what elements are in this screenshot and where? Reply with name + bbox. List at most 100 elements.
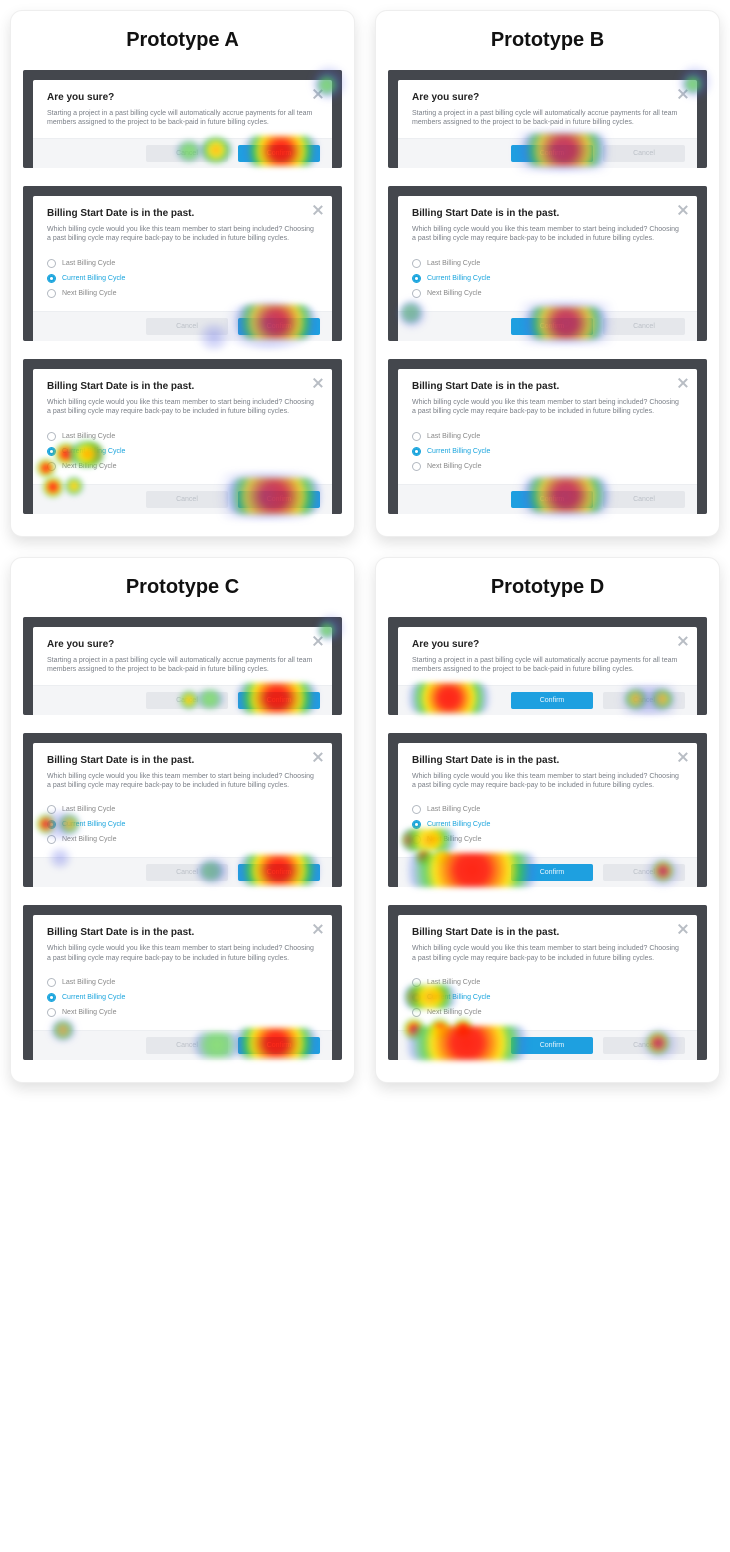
close-icon[interactable] (677, 377, 689, 389)
modal-frame: Billing Start Date is in the past. Which… (388, 186, 707, 341)
radio-current[interactable]: Current Billing Cycle (47, 271, 318, 286)
modal-frame: Billing Start Date is in the past. Which… (388, 359, 707, 514)
prototype-b-panel: Prototype B Are you sure? Starting a pro… (375, 10, 720, 537)
modal-frame: Billing Start Date is in the past. Which… (23, 905, 342, 1060)
prototype-d-panel: Prototype D Are you sure? Starting a pro… (375, 557, 720, 1084)
radio-current[interactable]: Current Billing Cycle (412, 271, 683, 286)
close-icon[interactable] (677, 88, 689, 100)
confirm-button[interactable]: Confirm (511, 318, 593, 335)
modal-frame: Are you sure? Starting a project in a pa… (23, 617, 342, 715)
dialog-body: Starting a project in a past billing cyc… (412, 109, 683, 128)
confirm-button[interactable]: Confirm (511, 864, 593, 881)
radio-last[interactable]: Last Billing Cycle (47, 975, 318, 990)
cancel-button[interactable]: Cancel (603, 491, 685, 508)
radio-next[interactable]: Next Billing Cycle (412, 459, 683, 474)
cancel-button[interactable]: Cancel (603, 145, 685, 162)
dialog-body: Which billing cycle would you like this … (47, 225, 318, 244)
dialog-heading: Billing Start Date is in the past. (412, 381, 683, 392)
radio-last[interactable]: Last Billing Cycle (412, 256, 683, 271)
panel-title: Prototype B (388, 29, 707, 52)
dialog-heading: Are you sure? (47, 92, 318, 103)
dialog-body: Which billing cycle would you like this … (47, 772, 318, 791)
radio-current[interactable]: Current Billing Cycle (47, 817, 318, 832)
radio-current[interactable]: Current Billing Cycle (47, 444, 318, 459)
modal-frame: Are you sure? Starting a project in a pa… (388, 617, 707, 715)
cancel-button[interactable]: Cancel (146, 692, 228, 709)
close-icon[interactable] (312, 204, 324, 216)
confirm-button[interactable]: Confirm (238, 1037, 320, 1054)
cancel-button[interactable]: Cancel (146, 491, 228, 508)
dialog-heading: Billing Start Date is in the past. (47, 927, 318, 938)
close-icon[interactable] (312, 923, 324, 935)
cancel-button[interactable]: Cancel (603, 692, 685, 709)
dialog-heading: Billing Start Date is in the past. (412, 755, 683, 766)
close-icon[interactable] (677, 923, 689, 935)
cancel-button[interactable]: Cancel (146, 145, 228, 162)
cancel-button[interactable]: Cancel (603, 864, 685, 881)
radio-current[interactable]: Current Billing Cycle (412, 817, 683, 832)
cancel-button[interactable]: Cancel (146, 318, 228, 335)
close-icon[interactable] (312, 751, 324, 763)
confirm-button[interactable]: Confirm (511, 491, 593, 508)
dialog-body: Which billing cycle would you like this … (412, 225, 683, 244)
confirm-button[interactable]: Confirm (511, 692, 593, 709)
dialog-heading: Are you sure? (47, 639, 318, 650)
radio-last[interactable]: Last Billing Cycle (47, 256, 318, 271)
close-icon[interactable] (312, 377, 324, 389)
dialog-body: Which billing cycle would you like this … (412, 398, 683, 417)
confirm-button[interactable]: Confirm (511, 1037, 593, 1054)
radio-last[interactable]: Last Billing Cycle (412, 802, 683, 817)
prototype-a-panel: Prototype A Are you sure? Starting a pro… (10, 10, 355, 537)
close-icon[interactable] (677, 635, 689, 647)
modal-frame: Billing Start Date is in the past. Which… (388, 733, 707, 888)
radio-next[interactable]: Next Billing Cycle (412, 286, 683, 301)
close-icon[interactable] (677, 204, 689, 216)
radio-current[interactable]: Current Billing Cycle (47, 990, 318, 1005)
radio-next[interactable]: Next Billing Cycle (412, 832, 683, 847)
close-icon[interactable] (312, 88, 324, 100)
radio-last[interactable]: Last Billing Cycle (47, 802, 318, 817)
radio-next[interactable]: Next Billing Cycle (47, 1005, 318, 1020)
modal-frame: Are you sure? Starting a project in a pa… (23, 70, 342, 168)
modal-frame: Billing Start Date is in the past. Which… (23, 359, 342, 514)
radio-next[interactable]: Next Billing Cycle (412, 1005, 683, 1020)
cancel-button[interactable]: Cancel (603, 1037, 685, 1054)
radio-last[interactable]: Last Billing Cycle (412, 429, 683, 444)
dialog-heading: Billing Start Date is in the past. (412, 927, 683, 938)
cancel-button[interactable]: Cancel (603, 318, 685, 335)
radio-last[interactable]: Last Billing Cycle (47, 429, 318, 444)
panel-title: Prototype C (23, 576, 342, 599)
radio-next[interactable]: Next Billing Cycle (47, 832, 318, 847)
panel-title: Prototype A (23, 29, 342, 52)
close-icon[interactable] (677, 751, 689, 763)
confirm-button[interactable]: Confirm (238, 145, 320, 162)
confirm-button[interactable]: Confirm (238, 318, 320, 335)
dialog-body: Which billing cycle would you like this … (47, 944, 318, 963)
dialog-body: Starting a project in a past billing cyc… (47, 109, 318, 128)
dialog-footer: Confirm Cancel (398, 685, 697, 715)
cancel-button[interactable]: Cancel (146, 864, 228, 881)
confirm-button[interactable]: Confirm (238, 692, 320, 709)
dialog-body: Starting a project in a past billing cyc… (47, 656, 318, 675)
dialog-body: Which billing cycle would you like this … (412, 944, 683, 963)
radio-next[interactable]: Next Billing Cycle (47, 286, 318, 301)
prototype-c-panel: Prototype C Are you sure? Starting a pro… (10, 557, 355, 1084)
radio-last[interactable]: Last Billing Cycle (412, 975, 683, 990)
radio-current[interactable]: Current Billing Cycle (412, 444, 683, 459)
dialog-heading: Are you sure? (412, 639, 683, 650)
radio-current[interactable]: Current Billing Cycle (412, 990, 683, 1005)
panel-title: Prototype D (388, 576, 707, 599)
confirm-button[interactable]: Confirm (238, 491, 320, 508)
radio-next[interactable]: Next Billing Cycle (47, 459, 318, 474)
cancel-button[interactable]: Cancel (146, 1037, 228, 1054)
dialog-body: Starting a project in a past billing cyc… (412, 656, 683, 675)
modal-frame: Billing Start Date is in the past. Which… (388, 905, 707, 1060)
modal-frame: Billing Start Date is in the past. Which… (23, 186, 342, 341)
dialog-footer: Cancel Confirm (33, 138, 332, 168)
close-icon[interactable] (312, 635, 324, 647)
dialog-heading: Billing Start Date is in the past. (412, 208, 683, 219)
confirm-button[interactable]: Confirm (511, 145, 593, 162)
dialog-footer: Cancel Confirm (33, 685, 332, 715)
dialog-footer: Confirm Cancel (398, 138, 697, 168)
confirm-button[interactable]: Confirm (238, 864, 320, 881)
